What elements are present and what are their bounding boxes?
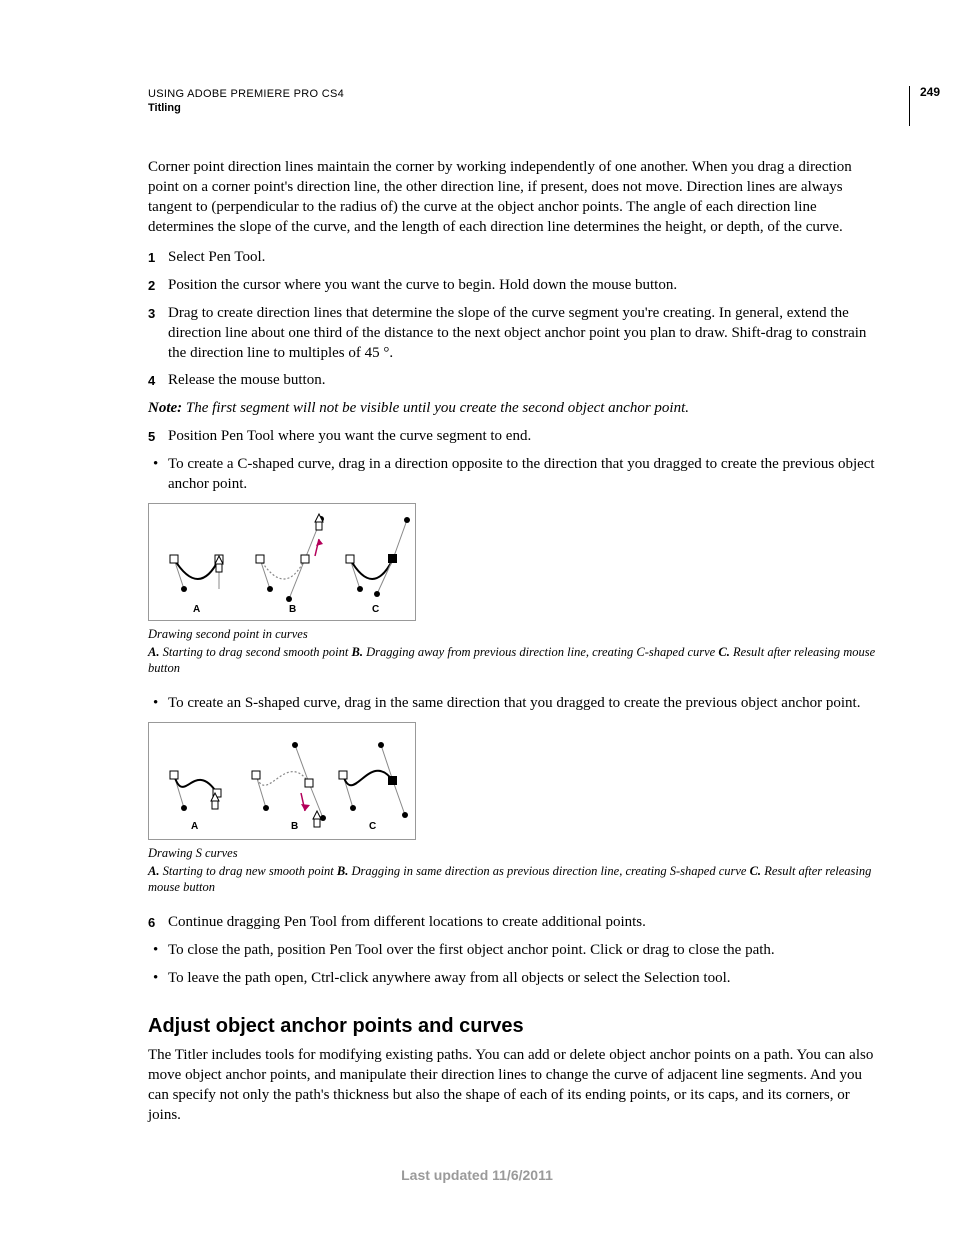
figure2-B-prefix: B. [337, 864, 348, 878]
figure2-label-a: A [191, 821, 198, 832]
step-5: 5Position Pen Tool where you want the cu… [148, 427, 880, 447]
figure1-caption-title: Drawing second point in curves [148, 627, 880, 643]
bullet-close-path: To close the path, position Pen Tool ove… [168, 942, 775, 958]
step-6: 6Continue dragging Pen Tool from differe… [148, 913, 880, 933]
list-item: To create a C-shaped curve, drag in a di… [148, 455, 880, 495]
figure2-caption-body: A. Starting to drag new smooth point B. … [148, 863, 880, 896]
figure2-caption-title: Drawing S curves [148, 846, 880, 862]
note-label: Note: [148, 400, 182, 416]
page-number: 249 [909, 86, 940, 126]
step-4: 4Release the mouse button. [148, 371, 880, 391]
paragraph-adjust: The Titler includes tools for modifying … [148, 1046, 880, 1126]
step-3-text: Drag to create direction lines that dete… [168, 305, 866, 361]
figure-s-curves: A B [148, 722, 416, 840]
figure1-B-text: Dragging away from previous direction li… [363, 645, 718, 659]
bullet-leave-open: To leave the path open, Ctrl-click anywh… [168, 970, 731, 986]
figure1-A-text: Starting to drag second smooth point [159, 645, 351, 659]
note-first-segment: Note: The first segment will not be visi… [148, 399, 880, 419]
section-heading-adjust: Adjust object anchor points and curves [148, 1015, 880, 1038]
bullets-close-open: To close the path, position Pen Tool ove… [148, 941, 880, 989]
step-1: 1Select Pen Tool. [148, 248, 880, 268]
figure1-C-prefix: C. [718, 645, 729, 659]
steps-list-6: 6Continue dragging Pen Tool from differe… [148, 913, 880, 933]
step-6-text: Continue dragging Pen Tool from differen… [168, 914, 646, 930]
figure1-label-c: C [372, 604, 379, 615]
page-header: USING ADOBE PREMIERE PRO CS4 Titling 249 [148, 88, 880, 114]
figure-c-curves: A B [148, 503, 416, 621]
step-2: 2Position the cursor where you want the … [148, 276, 880, 296]
figure1-label-a: A [193, 604, 200, 615]
bullet-c-text: To create a C-shaped curve, drag in a di… [168, 456, 875, 492]
steps-list-5: 5Position Pen Tool where you want the cu… [148, 427, 880, 447]
step-3: 3Drag to create direction lines that det… [148, 304, 880, 364]
header-chapter: Titling [148, 102, 880, 114]
step-4-text: Release the mouse button. [168, 372, 325, 388]
list-item: To create an S-shaped curve, drag in the… [148, 694, 880, 714]
figure2-C-prefix: C. [750, 864, 761, 878]
figure2-label-c: C [369, 821, 376, 832]
figure2-B-text: Dragging in same direction as previous d… [348, 864, 749, 878]
steps-list: 1Select Pen Tool. 2Position the cursor w… [148, 248, 880, 392]
figure1-B-prefix: B. [352, 645, 363, 659]
list-item: To leave the path open, Ctrl-click anywh… [148, 969, 880, 989]
figure2-A-text: Starting to drag new smooth point [159, 864, 336, 878]
document-page: USING ADOBE PREMIERE PRO CS4 Titling 249… [0, 0, 954, 1235]
bullet-s-text: To create an S-shaped curve, drag in the… [168, 695, 860, 711]
header-product: USING ADOBE PREMIERE PRO CS4 [148, 88, 880, 100]
footer-last-updated: Last updated 11/6/2011 [0, 1167, 954, 1183]
note-body: The first segment will not be visible un… [186, 400, 689, 416]
list-item: To close the path, position Pen Tool ove… [148, 941, 880, 961]
paragraph-corner-points: Corner point direction lines maintain th… [148, 158, 880, 238]
figure1-label-b: B [289, 604, 296, 615]
step-2-text: Position the cursor where you want the c… [168, 277, 677, 293]
figure1-caption-body: A. Starting to drag second smooth point … [148, 644, 880, 677]
figure2-A-prefix: A. [148, 864, 159, 878]
figure2-label-b: B [291, 821, 298, 832]
step-1-text: Select Pen Tool. [168, 249, 265, 265]
step-5-text: Position Pen Tool where you want the cur… [168, 428, 531, 444]
bullet-s-shape: To create an S-shaped curve, drag in the… [148, 694, 880, 714]
bullet-c-shape: To create a C-shaped curve, drag in a di… [148, 455, 880, 495]
figure1-A-prefix: A. [148, 645, 159, 659]
